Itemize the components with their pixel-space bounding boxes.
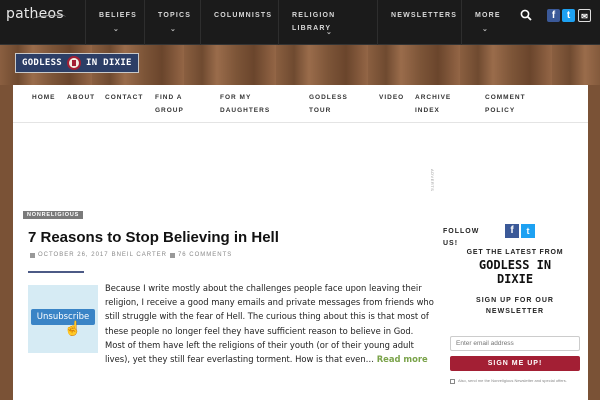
menu-home[interactable]: HOME	[32, 91, 56, 104]
nav-newsletters-label: NEWSLETTERS	[391, 12, 458, 19]
chevron-down-icon: ⌄	[482, 26, 490, 33]
menu-policy-label: POLICY	[485, 107, 516, 114]
newsletter-consent-text: Also, send me the Nonreligious Newslette…	[458, 378, 567, 383]
nav-columnists[interactable]: COLUMNISTS	[200, 0, 278, 45]
twitter-icon[interactable]: t	[562, 9, 575, 22]
nav-topics-label: TOPICS	[158, 12, 192, 19]
sidebar-facebook-icon[interactable]: f	[505, 224, 519, 238]
post-title[interactable]: 7 Reasons to Stop Believing in Hell	[28, 229, 279, 246]
nav-more[interactable]: MORE ⌄	[461, 0, 509, 45]
nav-beliefs-label: BELIEFS	[99, 12, 137, 19]
menu-video[interactable]: VIDEO	[379, 91, 404, 104]
calendar-icon	[30, 252, 35, 258]
newsletter-heading: GET THE LATEST FROM	[466, 249, 564, 256]
menu-archive-label: ARCHIVE	[415, 94, 452, 101]
nav-religion-library[interactable]: RELIGION LIBRARY ⌄	[278, 0, 377, 45]
menu-contact-label: CONTACT	[105, 94, 144, 101]
sidebar-twitter-icon[interactable]: t	[521, 224, 535, 238]
menu-for-my-label: FOR MY	[220, 94, 252, 101]
newsletter-blog-name: GODLESS IN DIXIE	[445, 258, 585, 286]
post-thumbnail[interactable]: Unsubscribe ☝	[28, 285, 98, 353]
advert-label: ADVERTS	[430, 169, 435, 192]
nav-more-label: MORE	[475, 12, 501, 19]
chevron-down-icon: ⌄	[326, 29, 334, 36]
post-author[interactable]: BNEIL CARTER	[112, 252, 167, 258]
email-icon[interactable]: ✉	[578, 9, 591, 22]
post-comments-count[interactable]: 76 COMMENTS	[178, 252, 232, 258]
alabama-seal-icon	[67, 56, 82, 70]
menu-about-label: ABOUT	[67, 94, 96, 101]
menu-find-a-label: FIND A	[155, 94, 183, 101]
signup-line1: SIGN UP FOR OUR	[476, 297, 554, 304]
facebook-icon[interactable]: f	[547, 9, 560, 22]
menu-godless-tour[interactable]: GODLESS TOUR	[309, 91, 348, 117]
sign-me-up-button[interactable]: SIGN ME UP!	[450, 356, 580, 371]
menu-comment-label: COMMENT	[485, 94, 526, 101]
read-more-link[interactable]: Read more	[377, 354, 428, 364]
comment-icon	[169, 252, 175, 258]
menu-contact[interactable]: CONTACT	[105, 91, 143, 104]
nav-religion-label: RELIGION	[292, 12, 336, 19]
nav-newsletters[interactable]: NEWSLETTERS	[377, 0, 461, 45]
content-card: HOME ABOUT CONTACT FIND A GROUP FOR MY DAU…	[13, 85, 588, 400]
newsletter-blog-name-line1: GODLESS IN	[478, 258, 552, 272]
search-icon[interactable]	[520, 9, 532, 21]
newsletter-consent-checkbox[interactable]	[450, 379, 455, 384]
pointer-hand-icon: ☝	[64, 320, 82, 336]
blog-brand-logo[interactable]: GODLESS IN DIXIE	[15, 53, 139, 73]
email-input[interactable]	[450, 336, 580, 351]
menu-home-label: HOME	[32, 94, 56, 101]
thumbnail-unsubscribe-button: Unsubscribe	[31, 309, 95, 325]
blog-menu: HOME ABOUT CONTACT FIND A GROUP FOR MY DAU…	[13, 85, 588, 123]
top-navigation-bar: patheos BELIEFS ⌄ TOPICS ⌄ COLUMNISTS RE…	[0, 0, 600, 45]
post-excerpt: Because I write mostly about the challen…	[105, 281, 435, 366]
menu-tour-label: TOUR	[309, 107, 332, 114]
nav-columnists-label: COLUMNISTS	[214, 12, 273, 19]
menu-comment-policy[interactable]: COMMENT POLICY	[485, 91, 526, 117]
menu-archive-index[interactable]: ARCHIVE INDEX	[415, 91, 451, 117]
menu-for-my-daughters[interactable]: FOR MY DAUGHTERS	[220, 91, 270, 117]
patheos-logo[interactable]: patheos	[6, 6, 67, 23]
menu-index-label: INDEX	[415, 107, 440, 114]
post-date: OCTOBER 26, 2017	[38, 252, 109, 258]
menu-godless-label: GODLESS	[309, 94, 348, 101]
chevron-down-icon: ⌄	[113, 26, 121, 33]
signup-line2: NEWSLETTER	[485, 308, 545, 315]
menu-video-label: VIDEO	[379, 94, 405, 101]
newsletter-subheading: SIGN UP FOR OUR NEWSLETTER	[445, 295, 585, 317]
nav-beliefs[interactable]: BELIEFS ⌄	[85, 0, 144, 45]
menu-daughters-label: DAUGHTERS	[220, 107, 271, 114]
follow-label-line2: US!	[443, 240, 459, 247]
category-badge[interactable]: NONRELIGIOUS	[23, 211, 84, 219]
chevron-down-icon: ⌄	[170, 26, 178, 33]
brand-left-text: GODLESS	[22, 58, 63, 68]
menu-group-label: GROUP	[155, 107, 184, 114]
follow-label-line1: FOLLOW	[443, 228, 480, 235]
menu-about[interactable]: ABOUT	[67, 91, 95, 104]
post-meta: OCTOBER 26, 2017 BNEIL CARTER 76 COMMENT…	[30, 252, 232, 258]
nav-topics[interactable]: TOPICS ⌄	[144, 0, 200, 45]
newsletter-blog-name-line2: DIXIE	[496, 272, 534, 286]
brand-right-text: IN DIXIE	[86, 58, 132, 68]
excerpt-text: Because I write mostly about the challen…	[105, 283, 434, 365]
title-divider	[28, 271, 84, 273]
menu-find-a-group[interactable]: FIND A GROUP	[155, 91, 184, 117]
follow-us-label: FOLLOW US!	[443, 226, 479, 250]
